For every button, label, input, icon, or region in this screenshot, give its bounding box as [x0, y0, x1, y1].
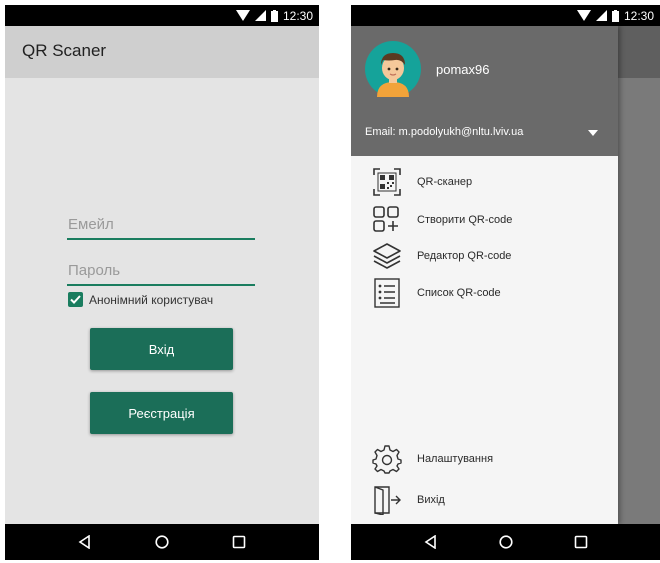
menu-item-create-qr[interactable]: Створити QR-code: [371, 205, 512, 235]
dropdown-arrow-icon[interactable]: [588, 130, 598, 136]
account-email: Email: m.podolyukh@nltu.lviv.ua: [365, 126, 524, 138]
email-field[interactable]: [67, 212, 255, 240]
username: pomax96: [436, 62, 490, 77]
login-screen: 12:30 QR Scaner Анонімний користувач Вхі…: [5, 5, 319, 560]
recents-icon[interactable]: [232, 535, 246, 549]
menu-label-exit: Вихід: [417, 494, 445, 506]
layers-icon: [371, 241, 403, 271]
qr-code-icon: [371, 167, 403, 197]
menu-item-exit[interactable]: Вихід: [371, 485, 445, 515]
password-field[interactable]: [67, 258, 255, 286]
battery-icon: [270, 9, 278, 22]
recents-icon[interactable]: [574, 535, 588, 549]
app-bar: QR Scaner: [5, 26, 319, 78]
nav-bar: [5, 524, 319, 560]
menu-item-qr-scanner[interactable]: QR-сканер: [371, 167, 472, 197]
menu-label-qr-scanner: QR-сканер: [417, 176, 473, 188]
back-icon[interactable]: [424, 535, 438, 549]
status-time: 12:30: [282, 8, 313, 23]
menu-item-settings[interactable]: Налаштування: [371, 444, 493, 474]
anonymous-label: Анонімний користувач: [89, 292, 214, 307]
status-bar: 12:30: [5, 5, 319, 26]
back-icon[interactable]: [78, 535, 92, 549]
app-title: QR Scaner: [22, 41, 107, 60]
signal-icon: [595, 10, 607, 21]
gear-icon: [371, 444, 403, 474]
login-button[interactable]: Вхід: [90, 328, 233, 370]
anonymous-checkbox[interactable]: [68, 292, 83, 307]
register-button[interactable]: Реєстрація: [90, 392, 233, 434]
navigation-drawer: pomax96 Email: m.podolyukh@nltu.lviv.ua: [351, 26, 618, 524]
home-icon[interactable]: [498, 535, 513, 549]
avatar[interactable]: [365, 41, 421, 97]
menu-item-editor-qr[interactable]: Редактор QR-code: [371, 241, 511, 271]
status-bar: 12:30: [351, 5, 660, 26]
exit-door-icon: [371, 485, 403, 515]
check-icon: [70, 295, 81, 304]
drawer-screen: 12:30 pomax96 Email: m.podolyukh@nltu.lv…: [351, 5, 660, 560]
nav-bar: [351, 524, 660, 560]
status-time: 12:30: [623, 8, 654, 23]
menu-label-editor-qr: Редактор QR-code: [417, 250, 512, 262]
battery-icon: [611, 9, 619, 22]
menu-label-settings: Налаштування: [417, 453, 494, 465]
wifi-icon: [576, 10, 591, 21]
list-icon: [371, 278, 403, 308]
wifi-icon: [235, 10, 250, 21]
signal-icon: [254, 10, 266, 21]
drawer-header: pomax96 Email: m.podolyukh@nltu.lviv.ua: [351, 26, 618, 156]
home-icon[interactable]: [155, 535, 169, 549]
menu-label-create-qr: Створити QR-code: [417, 214, 513, 226]
menu-label-list-qr: Список QR-code: [417, 287, 501, 299]
menu-item-list-qr[interactable]: Список QR-code: [371, 278, 501, 308]
create-grid-icon: [371, 205, 403, 235]
anonymous-user-row[interactable]: Анонімний користувач: [68, 292, 213, 307]
